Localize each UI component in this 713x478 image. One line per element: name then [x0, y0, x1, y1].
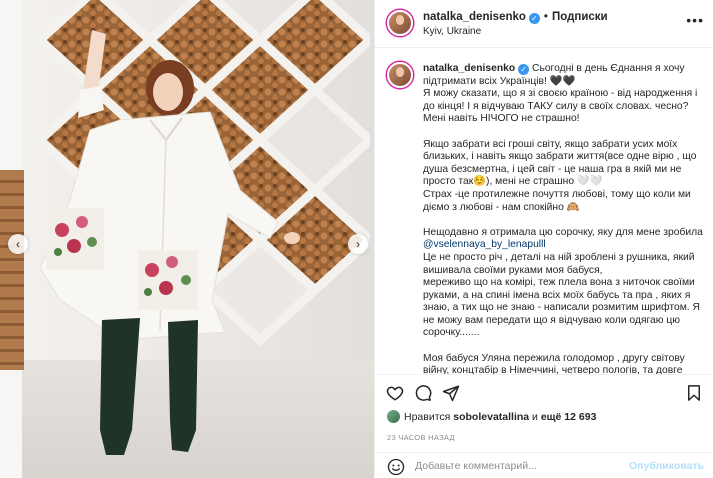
caption-text: natalka_denisenko ✓ Сьогодні в день Єднан…: [423, 63, 705, 374]
post-actions: [375, 374, 713, 410]
publish-button[interactable]: Опубликовать: [629, 460, 704, 472]
post-header: natalka_denisenko ✓ • Подписки Kyiv, Ukrain…: [375, 0, 713, 48]
caption-line: Страх -це протилежне почуття любові, том…: [423, 188, 691, 213]
caption-line: natalka_denisenko ✓ Сьогодні в день Єднан…: [423, 63, 705, 88]
caption-username[interactable]: natalka_denisenko: [423, 63, 515, 74]
bookmark-icon[interactable]: [684, 383, 704, 403]
post-caption: natalka_denisenko ✓ Сьогодні в день Єднан…: [375, 48, 713, 374]
chevron-right-icon[interactable]: ›: [348, 234, 368, 254]
caption-line: Якщо забрати всі гроші світу, якщо забра…: [423, 138, 697, 188]
author-avatar[interactable]: [387, 10, 413, 36]
separator-dot: •: [543, 11, 548, 23]
comment-input[interactable]: [415, 458, 645, 474]
chevron-left-icon[interactable]: ‹: [8, 234, 28, 254]
woman-figure: [39, 30, 300, 455]
caption-line: Моя бабуся Уляна пережила голодомор , др…: [423, 352, 685, 374]
author-username[interactable]: natalka_denisenko: [423, 11, 526, 23]
author-line: natalka_denisenko ✓ • Подписки: [423, 11, 608, 24]
liker-username[interactable]: sobolevatallina: [453, 411, 529, 423]
post-timestamp[interactable]: 23 ЧАСОВ НАЗАД: [387, 433, 455, 442]
caption-mention-link[interactable]: @vselennaya_by_lenapulll: [423, 239, 546, 250]
likes-summary: Нравится sobolevatallina и ещё 12 693: [387, 410, 596, 423]
verified-icon: ✓: [528, 13, 540, 24]
caption-line: Я можу сказати, що я зі своєю країною - …: [423, 88, 698, 125]
comment-icon[interactable]: [413, 383, 433, 403]
caption-author-avatar[interactable]: [387, 62, 413, 88]
emoji-icon[interactable]: [387, 458, 405, 476]
more-horizontal-icon[interactable]: •••: [686, 12, 704, 28]
follow-status-button[interactable]: Подписки: [552, 11, 608, 23]
likes-count-button[interactable]: ещё 12 693: [541, 411, 597, 423]
share-icon[interactable]: [441, 383, 461, 403]
caption-line: мереживо що на комірі, теж плела вона з …: [423, 277, 700, 339]
liker-avatar[interactable]: [387, 410, 400, 423]
caption-line: [423, 340, 705, 353]
post-photo[interactable]: ‹ ›: [0, 0, 374, 478]
caption-line: [423, 126, 705, 139]
verified-icon: ✓: [518, 64, 530, 75]
post-side-panel: natalka_denisenko ✓ • Подписки Kyiv, Ukrain…: [374, 0, 713, 478]
comment-bar: Опубликовать: [375, 452, 713, 478]
caption-line: Нещодавно я отримала цю сорочку, яку для…: [423, 226, 703, 238]
caption-line: [423, 214, 705, 227]
caption-line: Це не просто річ , деталі на ній зроблен…: [423, 251, 695, 276]
heart-icon[interactable]: [385, 383, 405, 403]
likes-joiner: и: [532, 411, 538, 423]
caption-mention-line: @vselennaya_by_lenapulll: [423, 239, 705, 252]
post-location[interactable]: Kyiv, Ukraine: [423, 26, 481, 37]
likes-prefix: Нравится: [404, 411, 451, 423]
